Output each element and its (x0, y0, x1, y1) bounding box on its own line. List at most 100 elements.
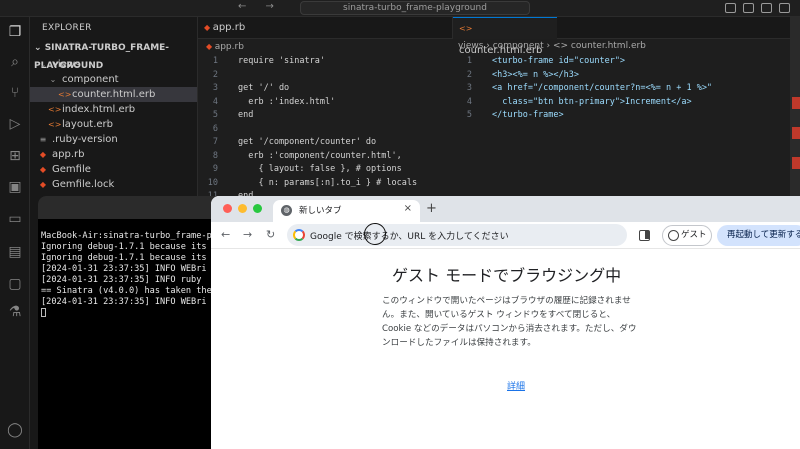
testing-icon[interactable]: ⚗ (6, 303, 24, 321)
code-line: class="btn btn-primary">Increment</a> (492, 96, 692, 107)
close-window-icon[interactable] (223, 204, 232, 213)
line-number: 7 (212, 137, 218, 147)
avatar-icon (668, 230, 679, 241)
omnibox[interactable]: Google で検索するか、URL を入力してください (287, 223, 627, 246)
code-line: get '/' do (238, 83, 290, 93)
terminal-line: == Sinatra (v4.0.0) has taken the (41, 286, 212, 296)
side-panel-icon[interactable] (639, 230, 650, 241)
vscode-titlebar: ← → sinatra-turbo_frame-playground (0, 0, 800, 17)
line-number: 2 (212, 69, 218, 80)
activity-bar: ❐ ⌕ ⑂ ▷ ⊞ ▣ ▭ ▤ ▢ ⚗ ◯ (0, 17, 30, 449)
file-tree-item[interactable]: ◆ app.rb (30, 147, 197, 162)
guest-profile-button[interactable]: ゲスト (662, 225, 712, 246)
source-control-icon[interactable]: ⑂ (6, 84, 24, 102)
terminal-cursor (41, 308, 228, 319)
cursor-highlight (364, 223, 386, 245)
relaunch-update-button[interactable]: 再起動して更新する (717, 225, 800, 246)
forward-icon[interactable]: → (243, 228, 252, 241)
line-number: 9 (212, 164, 218, 174)
search-icon[interactable]: ⌕ (6, 53, 24, 71)
guest-label: ゲスト (681, 230, 707, 240)
close-icon[interactable]: × (404, 203, 412, 214)
code-line: end (238, 110, 254, 120)
file-tree-item[interactable]: <>counter.html.erb (30, 87, 197, 102)
command-center-search[interactable]: sinatra-turbo_frame-playground (300, 1, 530, 15)
code-line: require 'sinatra' (238, 56, 325, 66)
file-tree-label: layout.erb (62, 119, 113, 130)
file-tree-item[interactable]: ⌄ component (30, 72, 197, 87)
layout-controls (725, 3, 790, 13)
guest-description-line: ん。また、開いているゲスト ウィンドウをすべて閉じると、 (382, 310, 616, 320)
breadcrumb-file[interactable]: app.rb (215, 42, 244, 52)
learn-more-link[interactable]: 詳細 (507, 379, 525, 392)
files-icon[interactable]: ❐ (6, 23, 24, 41)
file-tree-item[interactable]: <>layout.erb (30, 117, 197, 132)
tab-app-rb[interactable]: ◆ app.rb (198, 17, 270, 39)
line-number: 1 (466, 56, 472, 66)
terminal-output: MacBook-Air:sinatra-turbo_frame-p Ignorin… (38, 219, 228, 319)
file-tree-item[interactable]: ◆ Gemfile.lock (30, 177, 197, 192)
guest-description: このウィンドウで開いたページはブラウザの履歴に記録されませ ん。また、開いているゲ… (382, 294, 644, 350)
line-number: 2 (466, 69, 472, 80)
run-debug-icon[interactable]: ▷ (6, 115, 24, 133)
toggle-sidebar-icon[interactable] (725, 3, 736, 13)
terminal-titlebar (38, 196, 228, 219)
line-number: 4 (212, 96, 218, 107)
terminal-panel-icon[interactable]: ▭ (6, 210, 24, 228)
terminal-line: [2024-01-31 23:37:35] INFO ruby (41, 275, 202, 285)
file-tree-label: counter.html.erb (72, 89, 156, 100)
reload-icon[interactable]: ↻ (266, 228, 275, 241)
code-editor-left[interactable]: 1 require 'sinatra' 2 3 get '/' do 4 erb :'in… (198, 56, 452, 215)
line-number: 3 (466, 83, 472, 93)
line-number: 5 (466, 110, 472, 120)
page-title: ゲスト モードでブラウジング中 (392, 266, 622, 285)
terminal-line: [2024-01-31 23:37:35] INFO WEBri (41, 264, 207, 274)
code-line: get '/component/counter' do (238, 137, 377, 147)
code-line: </turbo-frame> (492, 110, 564, 120)
line-number: 1 (212, 56, 218, 66)
file-tree-item[interactable]: <>index.html.erb (30, 102, 197, 117)
project-root[interactable]: ⌄ SINATRA-TURBO_FRAME-PLAYGROUND (30, 39, 197, 71)
remote-explorer-icon[interactable]: ▣ (6, 178, 24, 196)
tab-label: app.rb (212, 22, 246, 33)
nav-arrows[interactable]: ← → (238, 1, 282, 12)
line-number: 5 (212, 110, 218, 120)
extensions-icon[interactable]: ⊞ (6, 147, 24, 165)
zoom-window-icon[interactable] (253, 204, 262, 213)
breadcrumb-right[interactable]: views › component › <> counter.html.erb (458, 39, 646, 54)
file-icon: ◆ (39, 165, 47, 174)
file-tree: ⌄ views ⌄ component <>counter.html.erb <>inde… (30, 57, 197, 192)
file-tree-item[interactable]: ◆ Gemfile (30, 162, 197, 177)
customize-layout-icon[interactable] (779, 3, 790, 13)
explorer-header: EXPLORER (42, 23, 92, 33)
terminal-window[interactable]: MacBook-Air:sinatra-turbo_frame-p Ignorin… (38, 196, 228, 449)
code-line: { n: params[:n].to_i } # locals (238, 177, 418, 188)
file-tree-label: views (52, 59, 81, 70)
editor-tabbar-left: ◆ app.rb (198, 17, 452, 39)
code-line: { layout: false }, # options (238, 164, 402, 174)
file-tree-item[interactable]: ⌄ views (30, 57, 197, 72)
chevron-down-icon: ⌄ (49, 75, 57, 84)
toggle-secondary-sidebar-icon[interactable] (761, 3, 772, 13)
code-editor-right[interactable]: 1 <turbo-frame id="counter"> 2 <h3><%= n %>… (452, 56, 790, 120)
line-number: 6 (212, 123, 218, 134)
file-tree-item[interactable]: ≡ .ruby-version (30, 132, 197, 147)
remote-window-icon[interactable]: ▢ (6, 275, 24, 293)
new-tab-button[interactable]: + (426, 201, 437, 216)
tab-counter-html-erb[interactable]: <> counter.html.erb (453, 17, 557, 56)
docker-icon[interactable]: ▤ (6, 243, 24, 261)
back-icon[interactable]: ← (221, 228, 230, 241)
terminal-line: Ignoring debug-1.7.1 because its (41, 242, 207, 252)
file-icon: ◆ (39, 150, 47, 159)
guest-description-line: このウィンドウで開いたページはブラウザの履歴に記録されませ (382, 296, 631, 306)
minimize-window-icon[interactable] (238, 204, 247, 213)
window-controls (223, 204, 262, 213)
file-tree-label: .ruby-version (52, 134, 118, 145)
line-number: 10 (207, 177, 218, 188)
chrome-tab-new[interactable]: ◍ 新しいタブ × (273, 200, 420, 222)
code-line: <a href="/component/counter?n=<%= n + 1 … (492, 83, 713, 93)
account-icon[interactable]: ◯ (6, 421, 24, 439)
toggle-panel-icon[interactable] (743, 3, 754, 13)
line-number: 8 (212, 150, 218, 161)
right-edge-strip (790, 17, 800, 197)
